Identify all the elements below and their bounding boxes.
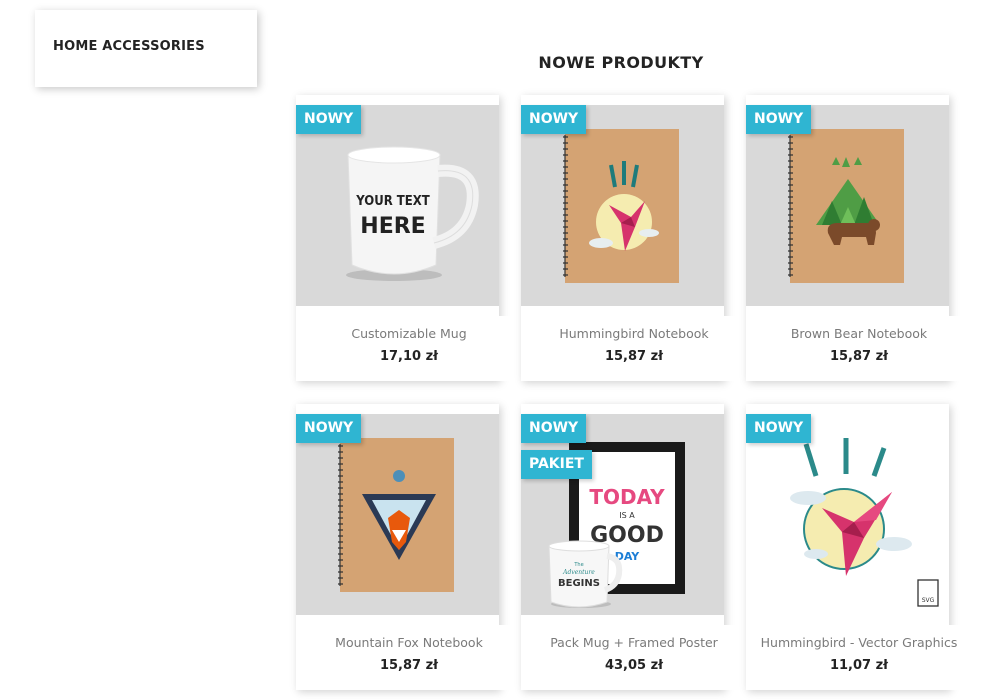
product-image[interactable] <box>746 105 949 306</box>
product-price: 17,10 zł <box>379 349 439 364</box>
product-name[interactable]: Pack Mug + Framed Poster <box>521 635 747 650</box>
new-flag: NOWY <box>521 414 587 443</box>
svg-file-label: SVG <box>922 597 935 604</box>
new-flag: NOWY <box>746 414 812 443</box>
poster-text-is-a: IS A <box>619 511 635 520</box>
product-name[interactable]: Mountain Fox Notebook <box>296 635 522 650</box>
product-info: Hummingbird - Vector Graphics 11,07 zł <box>746 625 974 690</box>
pack-flag: PAKIET <box>521 450 592 479</box>
section-title: NOWE PRODUKTY <box>538 53 704 72</box>
product-name[interactable]: Customizable Mug <box>296 326 522 341</box>
product-price: 15,87 zł <box>829 349 889 364</box>
poster-text-today: TODAY <box>589 485 665 509</box>
product-card[interactable]: NOWY Brown Bear Notebook 15,87 zł <box>746 95 974 381</box>
product-image[interactable]: TODAY IS A GOOD DAY The Adventure BEGINS <box>521 414 724 615</box>
new-flag: NOWY <box>521 105 587 134</box>
mug-text-adventure: Adventure <box>562 569 595 576</box>
new-flag: NOWY <box>746 105 812 134</box>
product-card[interactable]: SVG NOWY Hummingbird - Vector Graphics 1… <box>746 404 974 690</box>
product-image[interactable] <box>296 414 499 615</box>
category-link-home-accessories[interactable]: HOME ACCESSORIES <box>53 39 205 54</box>
product-price: 11,07 zł <box>829 658 889 673</box>
mug-text-the: The <box>573 562 583 568</box>
product-info: Pack Mug + Framed Poster 43,05 zł <box>521 625 749 690</box>
product-info: Hummingbird Notebook 15,87 zł <box>521 316 749 381</box>
product-name[interactable]: Brown Bear Notebook <box>746 326 972 341</box>
product-image[interactable] <box>521 105 724 306</box>
product-card[interactable]: YOUR TEXT HERE NOWY Customizable Mug 17,… <box>296 95 524 381</box>
new-flag: NOWY <box>296 414 362 443</box>
mug-text-begins: BEGINS <box>558 578 600 589</box>
product-info: Customizable Mug 17,10 zł <box>296 316 524 381</box>
product-price: 43,05 zł <box>604 658 664 673</box>
product-info: Mountain Fox Notebook 15,87 zł <box>296 625 524 690</box>
mug-text-line-2: HERE <box>360 214 425 239</box>
product-card[interactable]: NOWY Hummingbird Notebook 15,87 zł <box>521 95 749 381</box>
product-price: 15,87 zł <box>604 349 664 364</box>
new-flag: NOWY <box>296 105 362 134</box>
product-name[interactable]: Hummingbird - Vector Graphics <box>746 635 972 650</box>
mug-text-line-1: YOUR TEXT <box>355 194 430 209</box>
product-price: 15,87 zł <box>379 658 439 673</box>
category-box: HOME ACCESSORIES <box>35 10 257 87</box>
product-name[interactable]: Hummingbird Notebook <box>521 326 747 341</box>
product-info: Brown Bear Notebook 15,87 zł <box>746 316 974 381</box>
product-image[interactable]: YOUR TEXT HERE <box>296 105 499 306</box>
product-card[interactable]: TODAY IS A GOOD DAY The Adventure BEGINS… <box>521 404 749 690</box>
page: HOME ACCESSORIES NOWE PRODUKTY YOUR TEXT… <box>0 0 1000 700</box>
product-card[interactable]: NOWY Mountain Fox Notebook 15,87 zł <box>296 404 524 690</box>
